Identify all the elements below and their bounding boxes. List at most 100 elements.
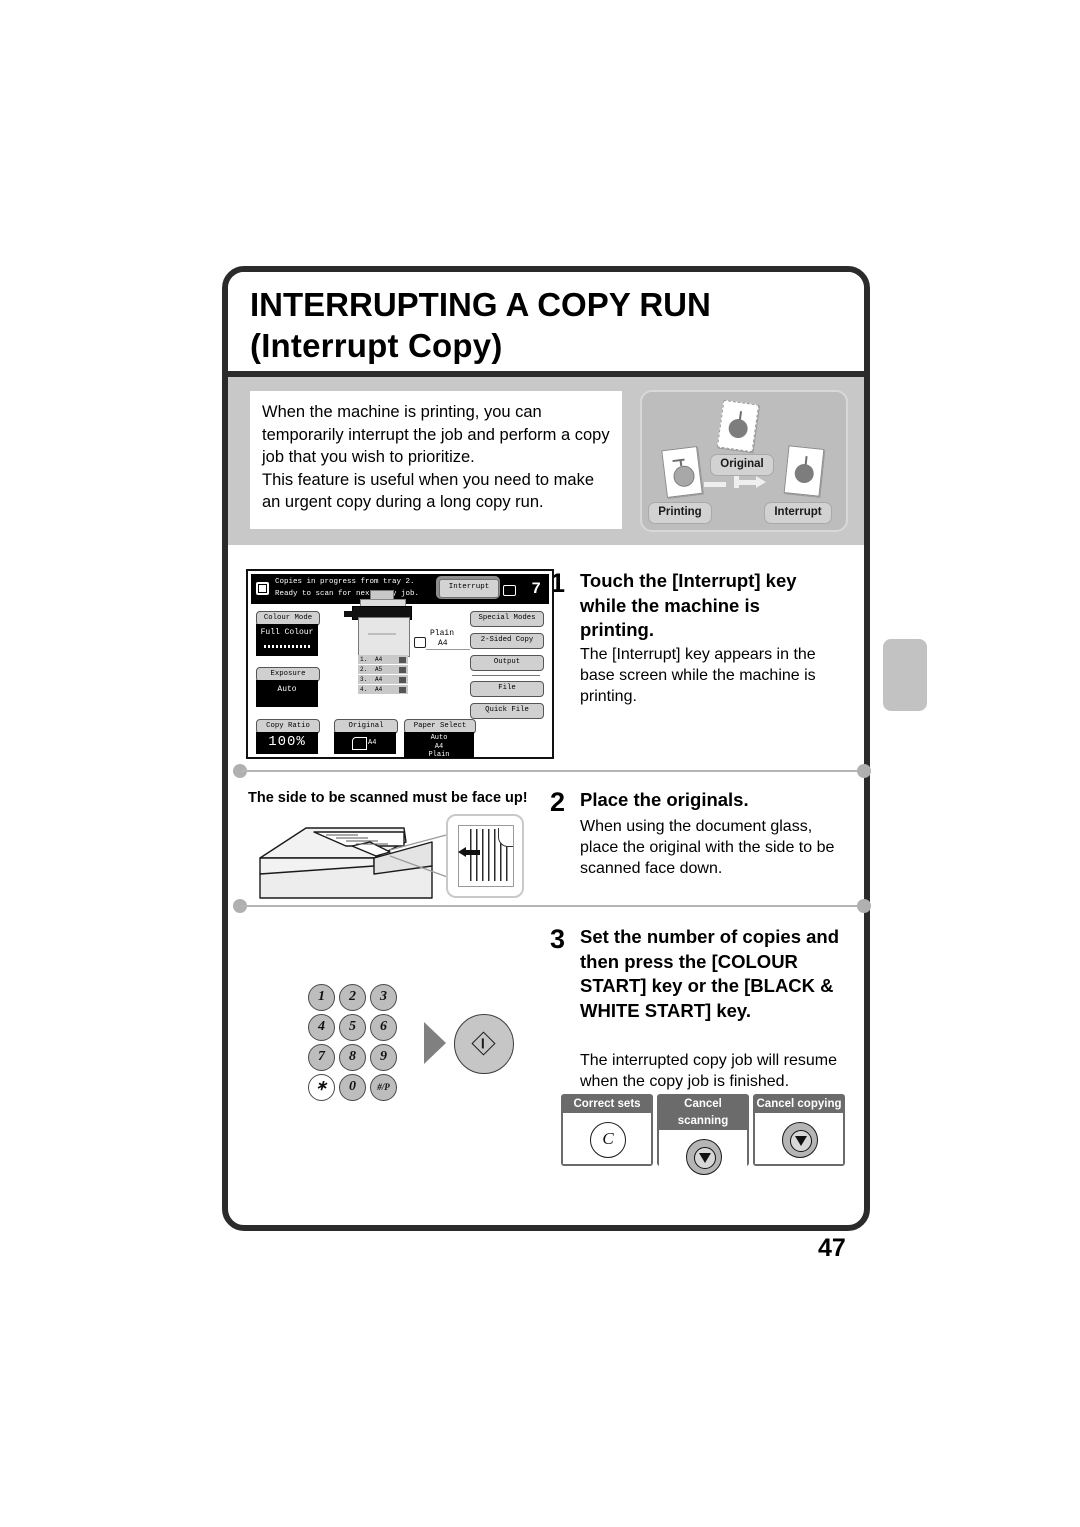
keypad-key-5[interactable]: 5 <box>339 1014 366 1041</box>
tray-number: 1. <box>360 656 368 663</box>
label-printing: Printing <box>648 502 712 524</box>
paper-type-callout-line-2: A4 <box>438 639 448 648</box>
melon-leaf-icon <box>672 458 685 463</box>
tray-number: 4. <box>360 686 368 693</box>
step-divider <box>233 764 871 778</box>
callout-label: Cancel scanning <box>677 1098 729 1127</box>
detail-direction-arrow-icon <box>464 850 480 855</box>
keypad-key-2[interactable]: 2 <box>339 984 366 1011</box>
lcd-value-paper-select: Auto A4 Plain <box>404 732 474 759</box>
manual-page: INTERRUPTING A COPY RUN (Interrupt Copy)… <box>222 266 871 1231</box>
tray-list: 1. A4 2. A5 3. A4 4. A4 <box>358 655 408 695</box>
sheet-icon <box>503 585 516 596</box>
lcd-copy-count: 7 <box>531 580 541 598</box>
lcd-button-special-modes[interactable]: Special Modes <box>470 611 544 627</box>
apple-icon <box>793 463 815 484</box>
tray-row[interactable]: 2. A5 <box>358 665 408 675</box>
printing-document-card <box>661 445 703 499</box>
callout-body <box>659 1130 747 1181</box>
tray-row[interactable]: 1. A4 <box>358 655 408 665</box>
keypad-key-9[interactable]: 9 <box>370 1044 397 1071</box>
original-size-text: A4 <box>368 739 377 747</box>
keypad-key-1[interactable]: 1 <box>308 984 335 1011</box>
divider-dot <box>857 899 871 913</box>
machine-slot-icon <box>368 633 396 635</box>
interrupt-document-card <box>783 445 825 497</box>
start-button[interactable] <box>454 1014 514 1074</box>
lcd-value-exposure-text: Auto <box>277 685 297 694</box>
tray-row[interactable]: 4. A4 <box>358 685 408 695</box>
step-1-heading: Touch the [Interrupt] key while the mach… <box>580 570 797 640</box>
lcd-button-file[interactable]: File <box>470 681 544 697</box>
divider-dot <box>857 764 871 778</box>
lcd-status-line-1: Copies in progress from tray 2. <box>275 578 415 586</box>
divider-line <box>241 905 863 907</box>
clear-button[interactable]: C <box>590 1121 626 1158</box>
stop-icon <box>790 1129 812 1152</box>
flow-arrow-icon <box>704 482 726 487</box>
feeder-detail-callout <box>446 814 524 898</box>
step-1-body: The [Interrupt] key appears in the base … <box>580 646 816 705</box>
step-2-number: 2 <box>550 787 566 817</box>
tray-size: A4 <box>375 656 383 663</box>
stop-button[interactable] <box>782 1121 818 1158</box>
stop-button[interactable] <box>686 1138 722 1175</box>
keypad-key-8[interactable]: 8 <box>339 1044 366 1071</box>
lcd-button-output[interactable]: Output <box>470 655 544 671</box>
step-divider <box>233 899 871 913</box>
paper-callout-leader-line <box>426 649 470 650</box>
apple-icon <box>727 417 749 440</box>
lcd-interrupt-key-label: Interrupt <box>439 579 499 598</box>
lcd-value-copy-ratio: 100% <box>256 732 318 754</box>
callout-body: C <box>563 1113 651 1164</box>
detail-curl-corner <box>498 828 513 847</box>
lcd-button-quick-file[interactable]: Quick File <box>470 703 544 719</box>
step-2-caption: The side to be scanned must be face up! <box>248 790 528 806</box>
callout-label: Correct sets <box>573 1098 641 1110</box>
lcd-interrupt-key[interactable]: Interrupt <box>436 576 500 599</box>
keypad-key-asterisk[interactable]: ∗ <box>308 1074 335 1101</box>
keypad-key-3[interactable]: 3 <box>370 984 397 1011</box>
tray-row[interactable]: 3. A4 <box>358 675 408 685</box>
tray-icon <box>399 656 406 663</box>
label-interrupt: Interrupt <box>764 502 832 524</box>
flow-arrow-tip-icon <box>756 476 766 488</box>
stop-triangle-icon <box>699 1152 711 1163</box>
callout-body <box>755 1113 843 1164</box>
lcd-button-2-sided-copy[interactable]: 2-Sided Copy <box>470 633 544 649</box>
lcd-status-text: Copies in progress from tray 2. Ready to… <box>275 577 419 600</box>
machine-arm-icon <box>344 611 354 617</box>
callout-cancel-copying: Cancel copying <box>753 1094 845 1166</box>
original-document-card <box>716 399 760 453</box>
callout-label: Cancel copying <box>756 1098 842 1110</box>
lcd-value-paper-select-text: Auto A4 Plain <box>428 734 450 759</box>
tray-icon <box>399 666 406 673</box>
step-2-body: When using the document glass, place the… <box>580 818 835 877</box>
label-original: Original <box>710 454 774 476</box>
keypad-key-7[interactable]: 7 <box>308 1044 335 1071</box>
stop-triangle-icon <box>795 1135 807 1146</box>
copy-mode-icon <box>256 582 269 595</box>
start-icon <box>471 1031 496 1056</box>
keypad-key-4[interactable]: 4 <box>308 1014 335 1041</box>
page-edge-tab <box>883 639 927 711</box>
keypad-key-0[interactable]: 0 <box>339 1074 366 1101</box>
step-2-heading: Place the originals. <box>580 789 749 810</box>
keypad-key-hash-p[interactable]: #/P <box>370 1074 397 1101</box>
intro-section: When the machine is printing, you can te… <box>228 377 864 545</box>
tray-icon <box>399 676 406 683</box>
page-number: 47 <box>818 1234 846 1262</box>
tray-size: A4 <box>375 686 383 693</box>
lcd-value-exposure: Auto <box>256 680 318 707</box>
lcd-value-colour-mode: Full Colour <box>256 624 318 656</box>
page-title: INTERRUPTING A COPY RUN (Interrupt Copy) <box>228 272 864 377</box>
intro-paragraph-1: When the machine is printing, you can te… <box>262 403 610 466</box>
keypad-key-6[interactable]: 6 <box>370 1014 397 1041</box>
step-3-heading: Set the number of copies and then press … <box>580 926 840 1021</box>
title-line-2: (Interrupt Copy) <box>250 327 503 364</box>
tray-number: 3. <box>360 676 368 683</box>
step-3-number: 3 <box>550 924 566 954</box>
tray-number: 2. <box>360 666 368 673</box>
original-size-icon <box>352 737 367 750</box>
intro-text-box: When the machine is printing, you can te… <box>250 391 622 529</box>
